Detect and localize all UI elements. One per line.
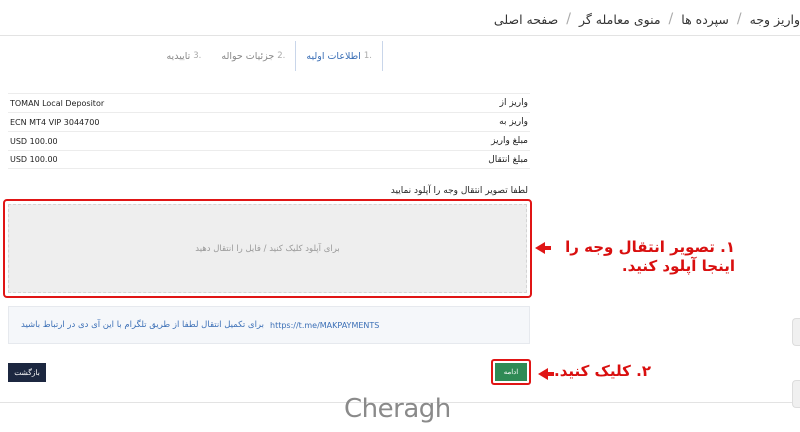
detail-label: واریز از xyxy=(499,98,528,108)
arrow-left-icon xyxy=(538,367,554,380)
annotation-upload-text: ۱. تصویر انتقال وجه را اینجا آپلود کنید. xyxy=(565,238,735,275)
side-tab[interactable] xyxy=(792,318,800,346)
side-tab[interactable] xyxy=(792,380,800,408)
telegram-link[interactable]: https://t.me/MAKPAYMENTS xyxy=(270,321,379,330)
step-label: تاییدیه xyxy=(166,50,191,62)
breadcrumb-separator: / xyxy=(566,11,571,27)
upload-title: لطفا تصویر انتقال وجه را آپلود نمایید xyxy=(390,186,528,196)
annotation-click: ۲. کلیک کنید. xyxy=(538,362,651,381)
breadcrumb-separator: / xyxy=(668,11,674,27)
step-confirmation[interactable]: 3. تاییدیه xyxy=(156,41,211,71)
detail-label: واریز به xyxy=(499,117,528,127)
telegram-notice: برای تکمیل انتقال لطفا از طریق تلگرام با… xyxy=(8,306,530,344)
breadcrumb-home[interactable]: صفحه اصلی xyxy=(494,12,558,27)
wizard-steps: 1. اطلاعات اولیه 2. جزئیات حواله 3. تایی… xyxy=(150,40,383,72)
table-row: TOMAN Local Depositor واریز از xyxy=(8,93,530,112)
continue-button[interactable]: ادامه xyxy=(495,363,527,381)
annotation-upload: ۱. تصویر انتقال وجه را اینجا آپلود کنید. xyxy=(535,238,735,276)
detail-label: مبلغ واریز xyxy=(491,136,528,146)
back-button[interactable]: بازگشت xyxy=(8,363,46,382)
breadcrumb-separator: / xyxy=(736,11,742,27)
table-row: USD 100.00 مبلغ انتقال xyxy=(8,150,530,169)
detail-value: USD 100.00 xyxy=(10,136,58,146)
step-number: 3. xyxy=(193,51,202,61)
step-initial-info[interactable]: 1. اطلاعات اولیه xyxy=(295,41,383,71)
step-label: اطلاعات اولیه xyxy=(306,50,361,62)
breadcrumb-current: واریز وجه xyxy=(749,11,800,27)
arrow-left-icon xyxy=(535,242,551,254)
detail-value: USD 100.00 xyxy=(10,155,58,164)
step-number: 1. xyxy=(363,51,372,61)
table-row: ECN MT4 VIP 3044700 واریز به xyxy=(8,112,530,131)
breadcrumb-trader-menu[interactable]: منوی معامله گر xyxy=(579,12,661,27)
telegram-text: برای تکمیل انتقال لطفا از طریق تلگرام با… xyxy=(21,320,264,330)
detail-label: مبلغ انتقال xyxy=(488,154,528,165)
step-label: جزئیات حواله xyxy=(221,50,275,62)
step-number: 2. xyxy=(277,51,286,61)
breadcrumb-deposits[interactable]: سپرده ها xyxy=(681,12,729,27)
cheragh-logo: Cheragh xyxy=(344,394,451,424)
detail-value: ECN MT4 VIP 3044700 xyxy=(10,117,100,127)
upload-dropzone[interactable]: برای آپلود کلیک کنید / فایل را انتقال ده… xyxy=(8,204,527,293)
continue-highlight: ادامه xyxy=(491,359,531,385)
annotation-click-text: ۲. کلیک کنید. xyxy=(554,362,651,380)
upload-highlight: برای آپلود کلیک کنید / فایل را انتقال ده… xyxy=(3,199,532,298)
table-row: USD 100.00 مبلغ واریز xyxy=(8,131,530,150)
step-transfer-details[interactable]: 2. جزئیات حواله xyxy=(211,41,295,71)
detail-value: TOMAN Local Depositor xyxy=(10,98,105,108)
deposit-details-table: TOMAN Local Depositor واریز از ECN MT4 V… xyxy=(8,93,530,169)
upload-placeholder: برای آپلود کلیک کنید / فایل را انتقال ده… xyxy=(195,243,340,254)
header-divider xyxy=(0,35,800,36)
breadcrumb: صفحه اصلی / منوی معامله گر / سپرده ها / … xyxy=(494,8,800,30)
